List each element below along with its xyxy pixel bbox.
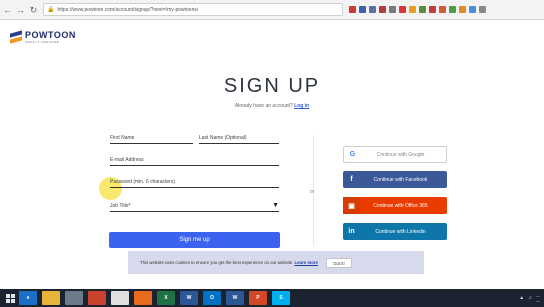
extension-icon[interactable]: [469, 6, 476, 13]
windows-taskbar: eXWOWPS ▲ ♫ — —: [0, 289, 544, 307]
last-name-field[interactable]: Last Name (Optional): [199, 134, 279, 144]
facebook-button-label: Continue with Facebook: [373, 176, 428, 183]
extension-icon[interactable]: [439, 6, 446, 13]
internet-explorer-taskbar-icon[interactable]: e: [19, 291, 37, 305]
password-placeholder: Password (min. 6 characters): [110, 179, 176, 185]
extension-icon[interactable]: [459, 6, 466, 13]
first-name-field[interactable]: First Name: [110, 134, 193, 144]
system-tray: ▲ ♫ — —: [519, 293, 544, 303]
outlook-taskbar-icon[interactable]: O: [203, 291, 221, 305]
extension-icon[interactable]: [379, 6, 386, 13]
browser-toolbar: ← → ↻ 🔒 https://www.powtoon.com/account/…: [0, 0, 544, 20]
address-bar[interactable]: 🔒 https://www.powtoon.com/account/signup…: [43, 3, 343, 16]
powtoon-logo-icon: [10, 30, 22, 44]
office365-button-label: Continue with Office 365: [373, 202, 428, 209]
email-field[interactable]: E-mail Address: [110, 156, 279, 166]
learn-more-link[interactable]: Learn more: [295, 260, 318, 265]
browser-window: ← → ↻ 🔒 https://www.powtoon.com/account/…: [0, 0, 544, 307]
powerpoint-taskbar-icon[interactable]: P: [249, 291, 267, 305]
file-explorer-taskbar-icon[interactable]: [42, 291, 60, 305]
sign-me-up-button[interactable]: Sign me up: [109, 232, 280, 248]
clock[interactable]: — —: [536, 293, 540, 303]
excel-taskbar-icon[interactable]: X: [157, 291, 175, 305]
logo-tagline: MAKE IT AWESOME: [25, 40, 60, 44]
google-icon: G: [349, 151, 356, 158]
caret-down-icon: ▼: [272, 202, 279, 209]
reload-icon[interactable]: ↻: [28, 3, 39, 17]
or-label: or: [310, 188, 315, 196]
firefox-taskbar-icon[interactable]: [134, 291, 152, 305]
chrome-taskbar-icon[interactable]: [111, 291, 129, 305]
extension-icon[interactable]: [359, 6, 366, 13]
word-2-taskbar-icon[interactable]: W: [226, 291, 244, 305]
continue-with-office365-button[interactable]: ▣ Continue with Office 365: [343, 197, 447, 214]
extension-icon[interactable]: [389, 6, 396, 13]
login-prompt: Already have an account? Log in: [0, 103, 544, 109]
extension-icon[interactable]: [349, 6, 356, 13]
first-name-placeholder: First Name: [110, 135, 135, 141]
cookie-banner: This website uses cookies to ensure you …: [128, 251, 424, 274]
skype-taskbar-icon[interactable]: S: [272, 291, 290, 305]
email-placeholder: E-mail Address: [110, 157, 144, 163]
taskbar-apps: eXWOWPS: [19, 291, 295, 305]
google-button-label: Continue with Google: [376, 151, 425, 158]
continue-with-linkedin-button[interactable]: in Continue with Linkedin: [343, 223, 447, 240]
cookie-text: This website uses cookies to ensure you …: [140, 260, 294, 265]
forward-arrow-icon[interactable]: →: [15, 3, 26, 17]
extension-icon[interactable]: [419, 6, 426, 13]
lock-icon: 🔒: [47, 7, 55, 13]
cookie-message: This website uses cookies to ensure you …: [140, 260, 318, 265]
got-it-button[interactable]: Got it!: [325, 257, 352, 268]
last-name-placeholder: Last Name (Optional): [199, 135, 247, 141]
media-taskbar-icon[interactable]: [65, 291, 83, 305]
volume-icon[interactable]: ♫: [528, 295, 532, 301]
logo-text: POWTOON: [25, 30, 76, 40]
extension-icon[interactable]: [409, 6, 416, 13]
page-title: SIGN UP: [223, 75, 321, 97]
office365-icon: ▣: [343, 197, 360, 214]
facebook-icon: f: [350, 176, 353, 183]
linkedin-icon: in: [348, 228, 355, 235]
password-field[interactable]: Password (min. 6 characters): [110, 178, 279, 188]
extension-icon[interactable]: [399, 6, 406, 13]
extension-icon[interactable]: [479, 6, 486, 13]
continue-with-google-button[interactable]: G Continue with Google: [343, 146, 447, 163]
extension-icon[interactable]: [429, 6, 436, 13]
powtoon-logo[interactable]: POWTOON MAKE IT AWESOME: [10, 30, 76, 44]
extension-icon[interactable]: [449, 6, 456, 13]
tray-up-arrow-icon[interactable]: ▲: [519, 295, 524, 301]
store-taskbar-icon[interactable]: [88, 291, 106, 305]
continue-with-facebook-button[interactable]: f Continue with Facebook: [343, 171, 447, 188]
have-account-text: Already have an account?: [234, 103, 293, 109]
extension-icon[interactable]: [369, 6, 376, 13]
windows-start-icon[interactable]: [3, 291, 17, 305]
job-title-placeholder: Job Title*: [110, 203, 131, 209]
address-bar-url: https://www.powtoon.com/account/signup/?…: [57, 6, 199, 13]
extension-icons: [349, 6, 489, 13]
login-link[interactable]: Log in: [294, 103, 309, 109]
back-arrow-icon[interactable]: ←: [2, 3, 13, 17]
word-taskbar-icon[interactable]: W: [180, 291, 198, 305]
job-title-select[interactable]: Job Title* ▼: [110, 202, 279, 212]
linkedin-button-label: Continue with Linkedin: [375, 228, 426, 235]
